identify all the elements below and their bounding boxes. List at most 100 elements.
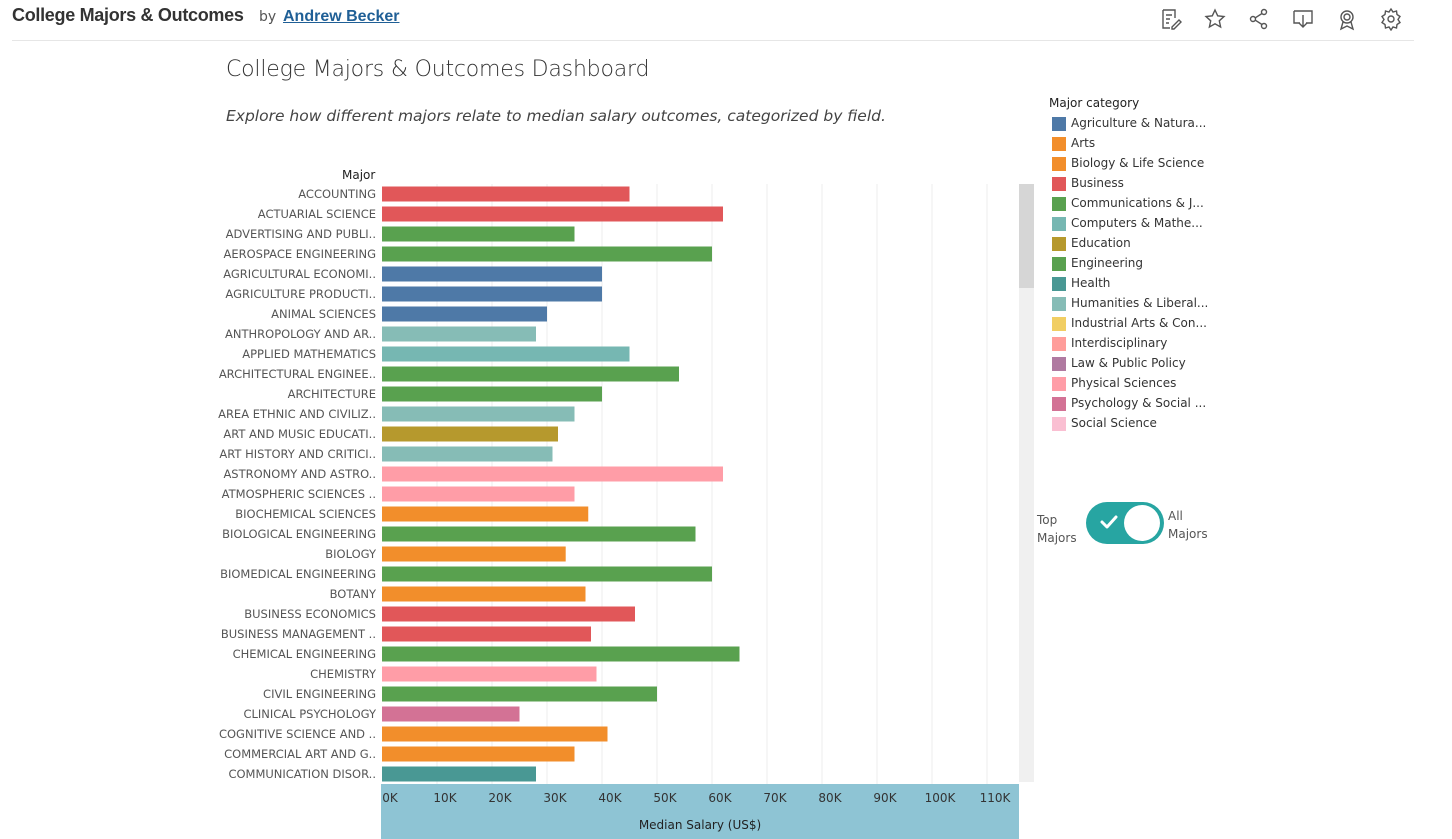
bar-category-label: COMMUNICATION DISOR.. <box>228 767 376 781</box>
bar-category-label: BIOLOGY <box>325 547 377 561</box>
bar[interactable] <box>382 566 712 582</box>
bar[interactable] <box>382 746 575 762</box>
bar[interactable] <box>382 466 723 482</box>
legend-item[interactable]: Education <box>1049 234 1139 254</box>
bar[interactable] <box>382 446 553 462</box>
legend-label: Computers & Mathe... <box>1071 216 1203 230</box>
bar[interactable] <box>382 186 630 202</box>
legend-item[interactable]: Agriculture & Natura... <box>1049 114 1206 134</box>
bar[interactable] <box>382 246 712 262</box>
bar[interactable] <box>382 666 597 682</box>
bar[interactable] <box>382 726 608 742</box>
toggle-knob[interactable] <box>1124 505 1160 541</box>
bar-category-label: ANTHROPOLOGY AND AR.. <box>225 327 376 341</box>
legend-swatch <box>1052 197 1066 211</box>
award-icon[interactable] <box>1335 7 1359 31</box>
bar-category-label: ASTRONOMY AND ASTRO.. <box>223 467 376 481</box>
bar[interactable] <box>382 426 558 442</box>
x-axis-label: Median Salary (US$) <box>638 818 762 832</box>
x-tick-label: 10K <box>433 791 457 805</box>
bar-category-label: CLINICAL PSYCHOLOGY <box>243 707 377 721</box>
bar[interactable] <box>382 346 630 362</box>
legend-item[interactable]: Law & Public Policy <box>1049 354 1186 374</box>
legend-item[interactable]: Biology & Life Science <box>1049 154 1204 174</box>
legend-item[interactable]: Physical Sciences <box>1049 374 1176 394</box>
legend-label: Business <box>1071 176 1124 190</box>
top-bar: College Majors & Outcomes by Andrew Beck… <box>0 0 1452 40</box>
legend-item[interactable]: Psychology & Social ... <box>1049 394 1206 414</box>
viz-title: College Majors & Outcomes <box>12 5 244 25</box>
bar[interactable] <box>382 486 575 502</box>
bar[interactable] <box>382 646 740 662</box>
legend-swatch <box>1052 317 1066 331</box>
toggle-left-line2: Majors <box>1037 531 1077 545</box>
legend-item[interactable]: Health <box>1049 274 1139 294</box>
legend-label: Humanities & Liberal... <box>1071 296 1209 310</box>
star-icon[interactable] <box>1203 7 1227 31</box>
bar[interactable] <box>382 366 679 382</box>
legend-label: Arts <box>1071 136 1096 150</box>
download-icon[interactable] <box>1291 7 1315 31</box>
legend-label: Health <box>1071 276 1111 290</box>
bar[interactable] <box>382 286 602 302</box>
toggle-left-line1: Top <box>1037 513 1058 527</box>
legend-item[interactable]: Social Science <box>1049 414 1157 434</box>
legend-item[interactable]: Interdisciplinary <box>1049 334 1167 354</box>
legend-swatch <box>1052 277 1066 291</box>
legend-swatch <box>1052 417 1066 431</box>
bar[interactable] <box>382 326 536 342</box>
bar[interactable] <box>382 686 657 702</box>
legend-label: Psychology & Social ... <box>1071 396 1207 410</box>
dashboard-subtitle: Explore how different majors relate to m… <box>226 107 886 125</box>
bar[interactable] <box>382 546 566 562</box>
bar-category-label: BIOLOGICAL ENGINEERING <box>222 527 376 541</box>
bar-category-label: CIVIL ENGINEERING <box>263 687 376 701</box>
bar-category-label: BIOCHEMICAL SCIENCES <box>235 507 376 521</box>
bar[interactable] <box>382 226 575 242</box>
bar[interactable] <box>382 306 547 322</box>
bar[interactable] <box>382 706 520 722</box>
legend-swatch <box>1052 237 1066 251</box>
bar[interactable] <box>382 406 575 422</box>
bar[interactable] <box>382 766 536 782</box>
scroll-thumb[interactable] <box>1019 184 1034 288</box>
edit-icon[interactable] <box>1159 7 1183 31</box>
gear-icon[interactable] <box>1379 7 1403 32</box>
legend-swatch <box>1052 157 1066 171</box>
legend-item[interactable]: Engineering <box>1049 254 1143 274</box>
share-icon[interactable] <box>1247 7 1271 31</box>
bar[interactable] <box>382 586 586 602</box>
legend-item[interactable]: Industrial Arts & Con... <box>1049 314 1207 334</box>
legend-label: Agriculture & Natura... <box>1071 116 1207 130</box>
legend-swatch <box>1052 117 1066 131</box>
chart-scrollbar[interactable] <box>1019 184 1034 782</box>
bar[interactable] <box>382 266 602 282</box>
toggle-control: Top Majors All Majors <box>1037 500 1237 560</box>
legend-label: Communications & J... <box>1071 196 1204 210</box>
bar[interactable] <box>382 386 602 402</box>
author-link[interactable]: Andrew Becker <box>283 8 400 26</box>
bar[interactable] <box>382 206 723 222</box>
legend-swatch <box>1052 357 1066 371</box>
bar-category-label: ATMOSPHERIC SCIENCES .. <box>222 487 376 501</box>
bar-category-label: ACTUARIAL SCIENCE <box>258 207 376 221</box>
legend-item[interactable]: Computers & Mathe... <box>1049 214 1203 234</box>
bar[interactable] <box>382 506 589 522</box>
bar-category-label: ANIMAL SCIENCES <box>271 307 376 321</box>
bar-category-label: ARCHITECTURAL ENGINEE.. <box>219 367 376 381</box>
legend-item[interactable]: Communications & J... <box>1049 194 1204 214</box>
bar-category-label: APPLIED MATHEMATICS <box>242 347 376 361</box>
legend-item[interactable]: Humanities & Liberal... <box>1049 294 1208 314</box>
bar[interactable] <box>382 626 591 642</box>
bar-category-label: ART AND MUSIC EDUCATI.. <box>223 427 376 441</box>
legend-swatch <box>1052 337 1066 351</box>
legend-item[interactable]: Arts <box>1049 134 1139 154</box>
x-tick-label: 0K <box>382 791 399 805</box>
legend-item[interactable]: Business <box>1049 174 1139 194</box>
legend-label: Education <box>1071 236 1131 250</box>
dashboard-title: College Majors & Outcomes Dashboard <box>226 57 650 82</box>
x-tick-label: 40K <box>598 791 622 805</box>
bar[interactable] <box>382 606 635 622</box>
bar[interactable] <box>382 526 696 542</box>
majors-toggle-switch[interactable] <box>1086 502 1164 544</box>
